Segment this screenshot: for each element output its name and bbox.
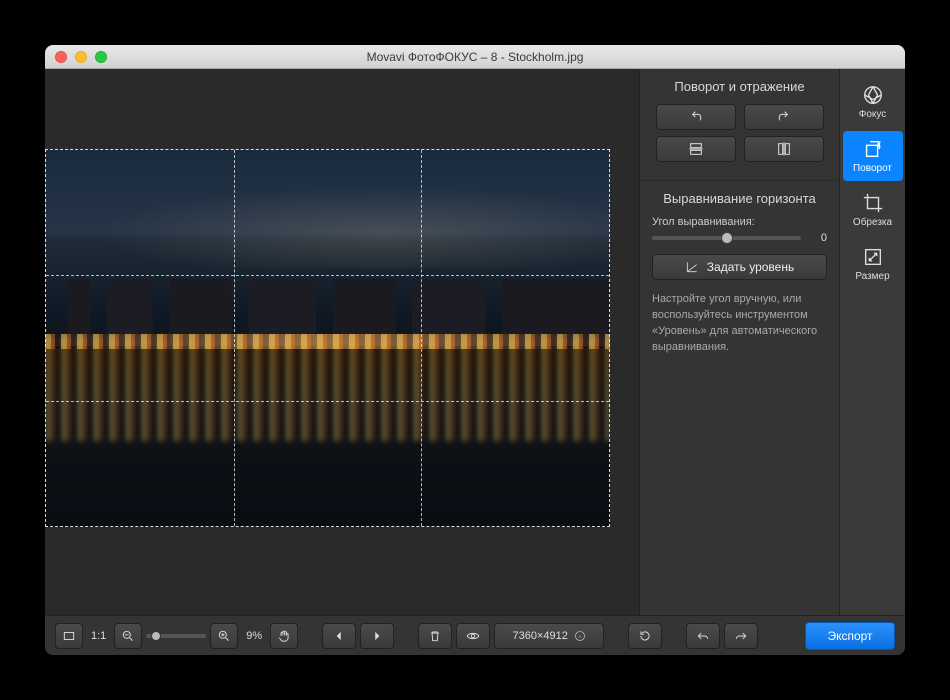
rail-rotate-label: Поворот bbox=[853, 163, 892, 174]
flip-horizontal-icon bbox=[776, 141, 792, 157]
main-area: Поворот и отражение bbox=[45, 69, 905, 615]
zoom-in-button[interactable] bbox=[210, 623, 238, 649]
zoom-group: 1:1 9% bbox=[55, 623, 298, 649]
level-icon bbox=[685, 260, 699, 274]
titlebar: Movavi ФотоФОКУС – 8 - Stockholm.jpg bbox=[45, 45, 905, 69]
rotation-title: Поворот и отражение bbox=[652, 79, 827, 94]
bottombar: 1:1 9% bbox=[45, 615, 905, 655]
horizon-angle-label: Угол выравнивания: bbox=[652, 216, 827, 228]
next-icon bbox=[370, 629, 384, 643]
undo-icon bbox=[696, 629, 710, 643]
app-window: Movavi ФотоФОКУС – 8 - Stockholm.jpg Пов… bbox=[45, 45, 905, 655]
flip-horizontal-button[interactable] bbox=[744, 136, 824, 162]
dimensions-pill[interactable]: 7360×4912 bbox=[494, 623, 604, 649]
undo-button[interactable] bbox=[686, 623, 720, 649]
hand-tool-button[interactable] bbox=[270, 623, 298, 649]
redo-button[interactable] bbox=[724, 623, 758, 649]
flip-vertical-button[interactable] bbox=[656, 136, 736, 162]
hand-icon bbox=[277, 629, 291, 643]
zoom-slider[interactable] bbox=[146, 634, 206, 638]
preview-button[interactable] bbox=[456, 623, 490, 649]
eye-icon bbox=[466, 629, 480, 643]
crop-icon bbox=[862, 192, 884, 214]
zoom-percent: 9% bbox=[242, 630, 266, 642]
fit-1to1-button[interactable]: 1:1 bbox=[87, 630, 110, 642]
rail-size-label: Размер bbox=[855, 271, 889, 282]
canvas-area[interactable] bbox=[45, 69, 639, 615]
aperture-icon bbox=[862, 84, 884, 106]
export-button[interactable]: Экспорт bbox=[805, 622, 895, 650]
resize-icon bbox=[862, 246, 884, 268]
redo-icon bbox=[734, 629, 748, 643]
window-title: Movavi ФотоФОКУС – 8 - Stockholm.jpg bbox=[45, 50, 905, 64]
rail-focus-label: Фокус bbox=[859, 109, 887, 120]
horizon-title: Выравнивание горизонта bbox=[652, 191, 827, 206]
horizon-section: Выравнивание горизонта Угол выравнивания… bbox=[640, 181, 839, 368]
rotate-right-icon bbox=[776, 109, 792, 125]
rail-rotate-button[interactable]: Поворот bbox=[843, 131, 903, 181]
fit-screen-button[interactable] bbox=[55, 623, 83, 649]
rail-focus-button[interactable]: Фокус bbox=[843, 77, 903, 127]
reset-icon bbox=[638, 629, 652, 643]
rail-crop-button[interactable]: Обрезка bbox=[843, 185, 903, 235]
rail-size-button[interactable]: Размер bbox=[843, 239, 903, 289]
set-level-button[interactable]: Задать уровень bbox=[652, 254, 827, 280]
reset-button[interactable] bbox=[628, 623, 662, 649]
horizon-angle-value: 0 bbox=[809, 232, 827, 244]
prev-icon bbox=[332, 629, 346, 643]
flip-vertical-icon bbox=[688, 141, 704, 157]
delete-button[interactable] bbox=[418, 623, 452, 649]
side-panel: Поворот и отражение bbox=[639, 69, 839, 615]
export-button-label: Экспорт bbox=[827, 629, 872, 643]
fit-icon bbox=[62, 629, 76, 643]
rotate-right-button[interactable] bbox=[744, 104, 824, 130]
next-image-button[interactable] bbox=[360, 623, 394, 649]
info-icon bbox=[574, 630, 586, 642]
rotate-left-icon bbox=[688, 109, 704, 125]
zoom-in-icon bbox=[217, 629, 231, 643]
rotate-left-button[interactable] bbox=[656, 104, 736, 130]
rotation-section: Поворот и отражение bbox=[640, 69, 839, 181]
rotate-icon bbox=[862, 138, 884, 160]
zoom-out-button[interactable] bbox=[114, 623, 142, 649]
trash-icon bbox=[428, 629, 442, 643]
horizon-angle-slider[interactable] bbox=[652, 236, 801, 240]
set-level-button-label: Задать уровень bbox=[707, 260, 794, 274]
tool-rail: Фокус Поворот Обрезка Размер bbox=[839, 69, 905, 615]
dimensions-text: 7360×4912 bbox=[513, 630, 568, 642]
zoom-out-icon bbox=[121, 629, 135, 643]
prev-image-button[interactable] bbox=[322, 623, 356, 649]
horizon-hint: Настройте угол вручную, или воспользуйте… bbox=[652, 292, 827, 356]
image-preview bbox=[45, 149, 610, 527]
rail-crop-label: Обрезка bbox=[853, 217, 892, 228]
